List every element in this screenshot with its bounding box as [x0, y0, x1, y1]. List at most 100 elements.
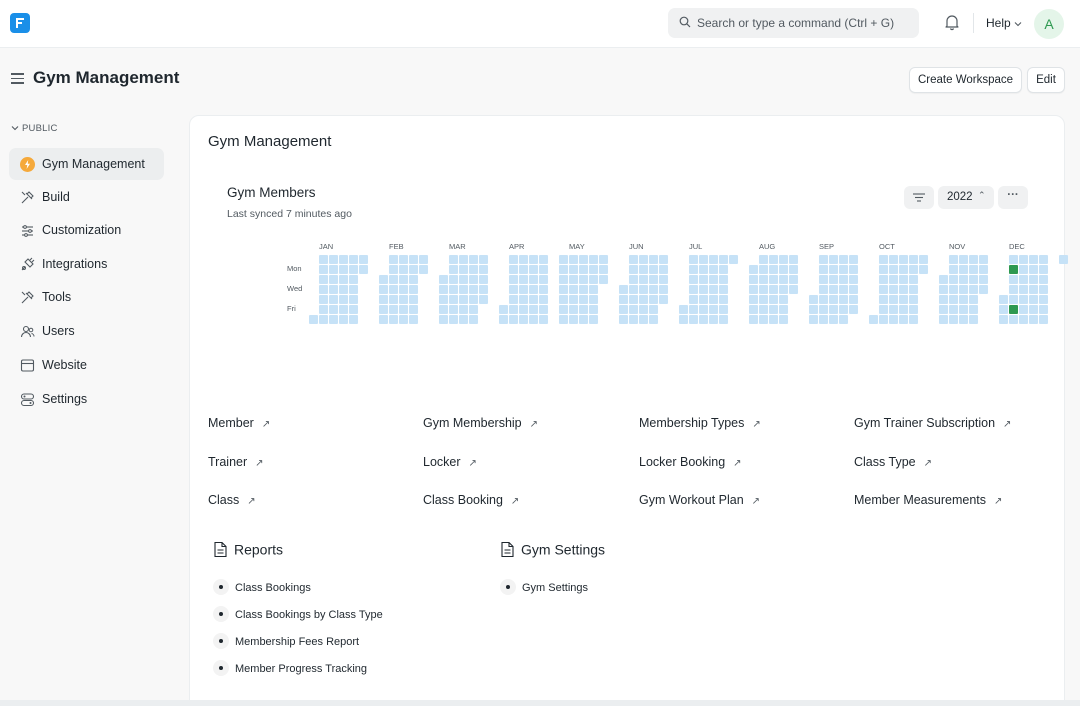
heatmap-cell[interactable] — [659, 285, 668, 294]
heatmap-cell[interactable] — [339, 255, 348, 264]
heatmap-cell[interactable] — [729, 255, 738, 264]
heatmap-cell[interactable] — [579, 255, 588, 264]
heatmap-cell[interactable] — [329, 285, 338, 294]
heatmap-cell[interactable] — [1029, 315, 1038, 324]
sidebar-item-build[interactable]: Build — [9, 181, 164, 213]
heatmap-cell[interactable] — [339, 265, 348, 274]
heatmap-cell[interactable] — [629, 285, 638, 294]
heatmap-cell[interactable] — [959, 285, 968, 294]
heatmap-cell[interactable] — [589, 265, 598, 274]
heatmap-cell[interactable] — [809, 315, 818, 324]
heatmap-cell[interactable] — [579, 295, 588, 304]
heatmap-cell[interactable] — [449, 305, 458, 314]
heatmap-cell[interactable] — [569, 275, 578, 284]
heatmap-cell[interactable] — [649, 265, 658, 274]
heatmap-cell[interactable] — [459, 265, 468, 274]
heatmap-cell[interactable] — [959, 265, 968, 274]
heatmap-cell[interactable] — [619, 285, 628, 294]
heatmap-cell[interactable] — [939, 285, 948, 294]
heatmap-cell[interactable] — [849, 295, 858, 304]
heatmap-cell[interactable] — [1039, 285, 1048, 294]
heatmap-cell[interactable] — [449, 285, 458, 294]
heatmap-cell[interactable] — [629, 275, 638, 284]
shortcut-gym-workout-plan[interactable]: Gym Workout Plan ↗ — [639, 493, 760, 507]
heatmap-cell[interactable] — [319, 285, 328, 294]
heatmap-cell[interactable] — [589, 255, 598, 264]
heatmap-cell[interactable] — [449, 265, 458, 274]
heatmap-cell[interactable] — [639, 315, 648, 324]
heatmap-cell[interactable] — [889, 315, 898, 324]
heatmap-cell[interactable] — [559, 305, 568, 314]
heatmap-cell[interactable] — [469, 285, 478, 294]
heatmap-cell[interactable] — [569, 255, 578, 264]
heatmap-cell[interactable] — [519, 295, 528, 304]
heatmap-cell[interactable] — [789, 255, 798, 264]
sidebar-item-customization[interactable]: Customization — [9, 214, 164, 246]
heatmap-cell[interactable] — [969, 295, 978, 304]
heatmap-cell[interactable] — [699, 275, 708, 284]
heatmap-cell[interactable] — [319, 295, 328, 304]
heatmap-cell[interactable] — [699, 305, 708, 314]
heatmap-cell[interactable] — [849, 275, 858, 284]
heatmap-cell[interactable] — [1029, 295, 1038, 304]
heatmap-cell[interactable] — [329, 295, 338, 304]
heatmap-cell[interactable] — [359, 255, 368, 264]
heatmap-cell[interactable] — [849, 265, 858, 274]
heatmap-cell[interactable] — [789, 265, 798, 274]
heatmap-cell[interactable] — [719, 315, 728, 324]
heatmap-cell[interactable] — [1009, 285, 1018, 294]
heatmap-cell[interactable] — [469, 265, 478, 274]
heatmap-cell[interactable] — [769, 315, 778, 324]
heatmap-cell[interactable] — [949, 315, 958, 324]
heatmap-cell[interactable] — [709, 275, 718, 284]
heatmap-cell[interactable] — [379, 305, 388, 314]
heatmap-cell[interactable] — [1019, 255, 1028, 264]
sidebar-toggle-icon[interactable] — [11, 73, 24, 84]
heatmap-cell[interactable] — [409, 295, 418, 304]
shortcut-class[interactable]: Class ↗ — [208, 493, 256, 507]
chart-year-select[interactable]: 2022 ⌃ — [938, 186, 994, 209]
heatmap-cell[interactable] — [499, 305, 508, 314]
heatmap-cell[interactable] — [579, 315, 588, 324]
heatmap-cell[interactable] — [519, 285, 528, 294]
sidebar-item-integrations[interactable]: Integrations — [9, 248, 164, 280]
heatmap-cell[interactable] — [529, 315, 538, 324]
edit-button[interactable]: Edit — [1027, 67, 1065, 93]
heatmap-cell[interactable] — [879, 315, 888, 324]
heatmap-cell[interactable] — [1009, 315, 1018, 324]
heatmap-cell[interactable] — [569, 315, 578, 324]
heatmap-cell[interactable] — [409, 315, 418, 324]
heatmap-cell[interactable] — [449, 295, 458, 304]
heatmap-cell[interactable] — [389, 295, 398, 304]
heatmap-cell[interactable] — [409, 255, 418, 264]
heatmap-cell[interactable] — [959, 275, 968, 284]
heatmap-cell[interactable] — [529, 275, 538, 284]
heatmap-cell[interactable] — [769, 285, 778, 294]
heatmap-cell[interactable] — [709, 255, 718, 264]
heatmap-cell[interactable] — [399, 255, 408, 264]
heatmap-cell[interactable] — [559, 255, 568, 264]
heatmap-cell[interactable] — [789, 285, 798, 294]
heatmap-cell[interactable] — [569, 305, 578, 314]
heatmap-cell[interactable] — [479, 275, 488, 284]
heatmap-cell[interactable] — [479, 255, 488, 264]
heatmap-cell[interactable] — [879, 295, 888, 304]
heatmap-cell[interactable] — [789, 275, 798, 284]
heatmap-cell[interactable] — [509, 295, 518, 304]
heatmap-cell[interactable] — [919, 265, 928, 274]
heatmap-cell[interactable] — [539, 305, 548, 314]
heatmap-cell[interactable] — [849, 305, 858, 314]
heatmap-cell[interactable] — [899, 275, 908, 284]
heatmap-cell[interactable] — [629, 265, 638, 274]
heatmap-cell[interactable] — [719, 265, 728, 274]
heatmap-cell[interactable] — [879, 265, 888, 274]
heatmap-cell[interactable] — [459, 305, 468, 314]
heatmap-cell[interactable] — [389, 305, 398, 314]
heatmap-cell[interactable] — [759, 305, 768, 314]
heatmap-cell[interactable] — [819, 275, 828, 284]
heatmap-cell[interactable] — [509, 305, 518, 314]
heatmap-cell[interactable] — [959, 315, 968, 324]
heatmap-cell[interactable] — [1019, 265, 1028, 274]
heatmap-cell[interactable] — [999, 295, 1008, 304]
heatmap-cell[interactable] — [1029, 275, 1038, 284]
